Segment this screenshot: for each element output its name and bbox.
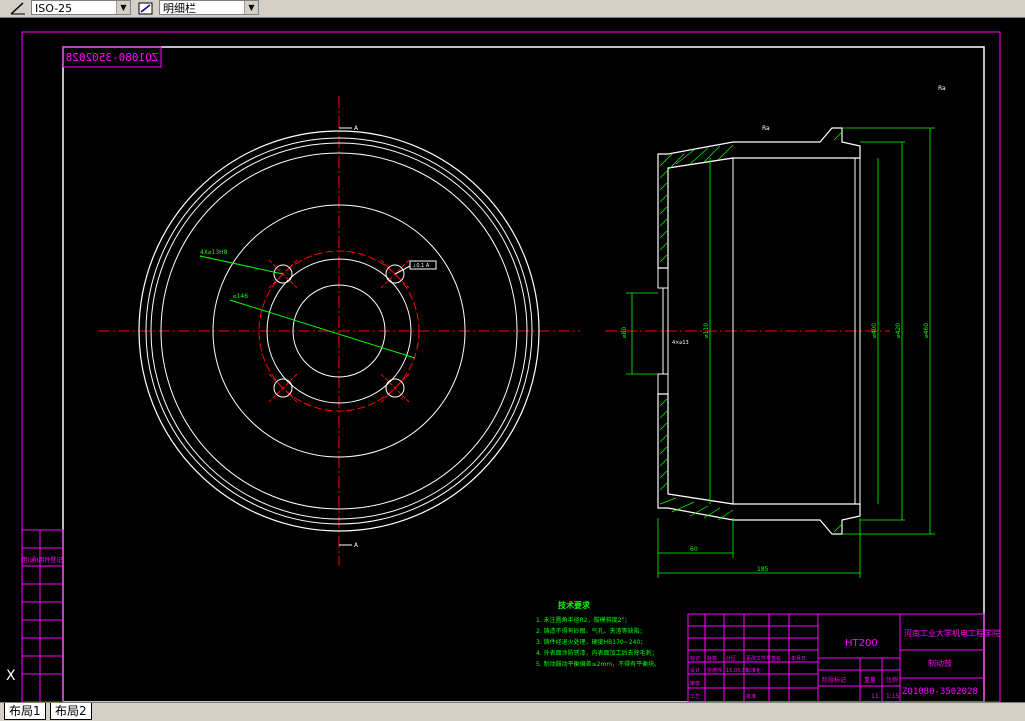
tech-req-item: 5. 制动鼓动平衡偏差≤2mm，不得有平衡块。 <box>536 660 660 668</box>
chevron-down-icon[interactable]: ▼ <box>244 1 258 14</box>
roughness-top: Ra <box>762 125 770 132</box>
hole-callout: 4X⌀13H8 <box>200 249 228 256</box>
section-mark-top: A <box>354 125 359 132</box>
dim-80: ⌀80 <box>621 327 628 338</box>
sheet-outer-border <box>21 31 1001 702</box>
tb-head: 处数 <box>707 655 717 662</box>
tb-head: 分区 <box>726 655 736 662</box>
tb-cell: 标准化 <box>746 667 761 674</box>
tb-cell: 设计 <box>690 667 700 674</box>
tb-cell: 张德伟 <box>707 667 722 674</box>
tb-head: 更改文件号 <box>746 655 771 662</box>
tech-req-item: 4. 外表面涂防锈漆，内表面加工后去除毛刺； <box>536 649 658 657</box>
tech-req-item: 1. 未注圆角半径R2，拔模斜度2°； <box>536 616 630 624</box>
drawing-number: ZQ1080-3502028 <box>902 687 978 697</box>
dim-185: 185 <box>757 566 769 573</box>
pcd-callout: ⌀146 <box>233 293 248 300</box>
part-name: 制动鼓 <box>928 658 952 668</box>
drawing-canvas[interactable]: ZQ1080-3502028 借(通)用件登记 4X⌀13H8 ⌀146 ⊥0.… <box>0 18 1025 702</box>
text-style-value: 明细栏 <box>163 2 196 15</box>
tab-layout-2[interactable]: 布局2 <box>50 703 92 720</box>
dimension-style-select[interactable]: ISO-25 ▼ <box>31 0 131 15</box>
mirrored-code: ZQ1080-3502028 <box>66 51 159 64</box>
tolerance-tag: ⊥0.1 A <box>412 263 430 269</box>
tb-head: 年月日 <box>791 655 806 662</box>
tb-cell: 批准 <box>746 693 756 700</box>
dim-400: ⌀400 <box>871 323 878 338</box>
tb-head: 签名 <box>771 655 781 662</box>
weight-label: 重量 <box>864 676 876 684</box>
technical-requirements: 技术要求 1. 未注圆角半径R2，拔模斜度2°； 2. 铸造不得有砂眼、气孔、夹… <box>536 600 660 668</box>
section-view <box>605 127 935 578</box>
tb-cell: 工艺 <box>690 694 700 700</box>
layout-tabs: 布局1 布局2 <box>0 702 1025 721</box>
front-view <box>98 96 580 566</box>
material-label: HT200 <box>845 638 878 649</box>
dim-420: ⌀420 <box>895 323 902 338</box>
hole-callout-section: 4×⌀13 <box>672 340 689 346</box>
dimension-style-icon[interactable] <box>9 1 27 16</box>
tb-head: 标记 <box>690 655 700 662</box>
tech-req-item: 2. 铸造不得有砂眼、气孔、夹渣等缺陷； <box>536 627 646 635</box>
tab-layout-1[interactable]: 布局1 <box>4 703 46 720</box>
school-name: 河南工业大学机电工程学院 <box>904 628 1000 638</box>
sheet-inner-frame <box>62 46 985 702</box>
tech-req-title: 技术要求 <box>558 600 591 610</box>
section-mark-bottom: A <box>354 542 359 549</box>
scale-label: 比例 <box>886 676 898 684</box>
tb-cell: 15.05.15 <box>726 668 748 674</box>
left-binding-strip <box>21 529 64 702</box>
stage-label: 阶段标记 <box>822 676 846 684</box>
left-strip-label: 借(通)用件登记 <box>22 556 63 564</box>
text-style-icon[interactable] <box>137 1 155 16</box>
weight-value: 11 <box>871 693 879 700</box>
properties-toolbar: ISO-25 ▼ 明细栏 ▼ <box>0 0 1025 18</box>
tb-cell: 审核 <box>690 680 700 687</box>
dim-110: ⌀110 <box>703 323 710 338</box>
dimension-style-value: ISO-25 <box>35 2 73 15</box>
dim-460: ⌀460 <box>923 323 930 338</box>
chevron-down-icon[interactable]: ▼ <box>116 1 130 14</box>
corner-roughness: Ra <box>938 85 946 92</box>
tech-req-item: 3. 铸件经退火处理，硬度HB170~240； <box>536 638 646 646</box>
dim-60: 60 <box>690 546 698 553</box>
text-style-select[interactable]: 明细栏 ▼ <box>159 0 259 15</box>
scale-value: 1:15 <box>886 693 900 700</box>
ucs-icon: X <box>6 668 16 684</box>
